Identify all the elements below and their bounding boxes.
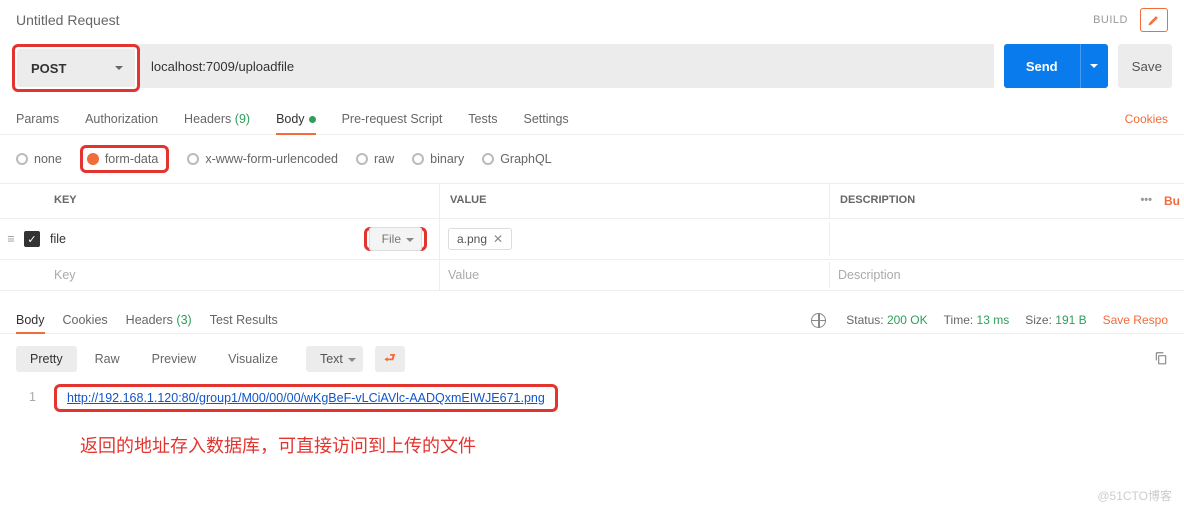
tab-prerequest[interactable]: Pre-request Script <box>342 104 443 134</box>
col-key: KEY <box>0 184 440 218</box>
request-title[interactable]: Untitled Request <box>16 12 1093 28</box>
globe-icon[interactable] <box>811 313 826 328</box>
tab-tests[interactable]: Tests <box>468 104 497 134</box>
tab-body[interactable]: Body <box>276 104 316 134</box>
file-chip[interactable]: a.png✕ <box>448 228 512 250</box>
col-desc: DESCRIPTION <box>830 184 1132 218</box>
tab-params[interactable]: Params <box>16 104 59 134</box>
save-button[interactable]: Save <box>1118 44 1172 88</box>
type-highlight: File <box>364 227 427 251</box>
body-type-binary[interactable]: binary <box>412 152 464 166</box>
body-type-none[interactable]: none <box>16 152 62 166</box>
body-type-raw[interactable]: raw <box>356 152 394 166</box>
bulk-edit[interactable]: Bu <box>1160 184 1184 218</box>
status: Status: 200 OK <box>846 313 927 327</box>
resp-tab-headers[interactable]: Headers (3) <box>126 307 192 333</box>
row-checkbox[interactable]: ✓ <box>24 231 40 247</box>
format-select[interactable]: Text <box>306 346 363 372</box>
size: Size: 191 B <box>1025 313 1086 327</box>
method-highlight: POST <box>12 44 140 92</box>
dot-icon <box>309 116 316 123</box>
url-input[interactable] <box>137 44 994 88</box>
watermark: @51CTO博客 <box>1097 487 1172 504</box>
line-number: 1 <box>16 384 36 404</box>
table-row: ≡ ✓ file File a.png✕ <box>0 219 1184 260</box>
tab-authorization[interactable]: Authorization <box>85 104 158 134</box>
resp-tab-cookies[interactable]: Cookies <box>63 307 108 333</box>
response-link[interactable]: http://192.168.1.120:80/group1/M00/00/00… <box>67 391 545 405</box>
table-row-new[interactable]: Key Value Description <box>0 260 1184 291</box>
send-dropdown[interactable] <box>1080 44 1108 88</box>
annotation-text: 返回的地址存入数据库，可直接访问到上传的文件 <box>0 418 1184 458</box>
col-value: VALUE <box>440 184 830 218</box>
send-button[interactable]: Send <box>1004 44 1080 88</box>
cookies-link[interactable]: Cookies <box>1125 112 1168 126</box>
wrap-icon[interactable]: ⮐ <box>375 346 405 372</box>
view-preview[interactable]: Preview <box>138 346 210 372</box>
edit-icon[interactable] <box>1140 8 1168 32</box>
view-raw[interactable]: Raw <box>81 346 134 372</box>
method-select[interactable]: POST <box>17 49 135 87</box>
time: Time: 13 ms <box>944 313 1010 327</box>
desc-input[interactable] <box>830 231 1184 247</box>
more-icon[interactable]: ••• <box>1132 184 1160 218</box>
resp-tab-body[interactable]: Body <box>16 307 45 333</box>
response-url-highlight: http://192.168.1.120:80/group1/M00/00/00… <box>54 384 558 412</box>
body-type-formdata[interactable]: form-data <box>87 152 159 166</box>
resp-tab-tests[interactable]: Test Results <box>210 307 278 333</box>
view-pretty[interactable]: Pretty <box>16 346 77 372</box>
type-select[interactable]: File <box>369 227 422 251</box>
save-response[interactable]: Save Respo <box>1103 313 1168 327</box>
remove-file-icon[interactable]: ✕ <box>493 232 503 246</box>
drag-handle-icon[interactable]: ≡ <box>0 232 22 246</box>
key-input[interactable]: file <box>50 232 364 246</box>
body-type-graphql[interactable]: GraphQL <box>482 152 551 166</box>
tab-headers[interactable]: Headers (9) <box>184 104 250 134</box>
tab-settings[interactable]: Settings <box>523 104 568 134</box>
body-type-urlencoded[interactable]: x-www-form-urlencoded <box>187 152 338 166</box>
view-visualize[interactable]: Visualize <box>214 346 292 372</box>
copy-icon[interactable] <box>1154 350 1168 369</box>
build-label[interactable]: BUILD <box>1093 14 1128 26</box>
formdata-highlight: form-data <box>80 145 170 173</box>
